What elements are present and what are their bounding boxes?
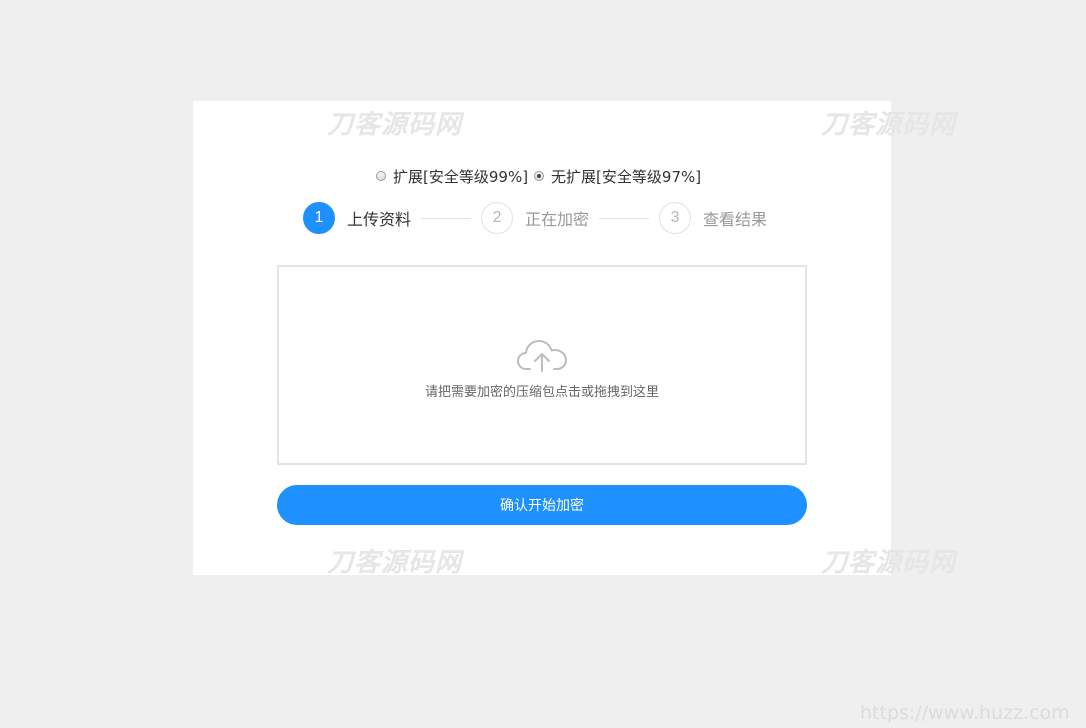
file-dropzone[interactable]: 请把需要加密的压缩包点击或拖拽到这里 bbox=[277, 265, 807, 465]
step-number-2: 2 bbox=[481, 202, 514, 234]
step-label-result: 查看结果 bbox=[703, 210, 768, 229]
step-label-upload: 上传资料 bbox=[347, 210, 412, 229]
radio-extended[interactable] bbox=[376, 171, 386, 181]
step-label-encrypting: 正在加密 bbox=[525, 210, 590, 229]
step-number-1: 1 bbox=[303, 202, 335, 234]
step-number-3: 3 bbox=[659, 202, 692, 234]
progress-steps: 1 上传资料 2 正在加密 3 查看结果 bbox=[303, 201, 767, 235]
step-connector bbox=[599, 217, 650, 219]
start-encryption-button[interactable]: 确认开始加密 bbox=[277, 485, 807, 525]
step-encrypting: 2 正在加密 bbox=[481, 202, 589, 234]
cloud-upload-icon bbox=[517, 339, 567, 372]
dropzone-hint: 请把需要加密的压缩包点击或拖拽到这里 bbox=[424, 384, 659, 400]
step-result: 3 查看结果 bbox=[659, 202, 767, 234]
step-upload: 1 上传资料 bbox=[303, 202, 411, 234]
radio-no-extension[interactable] bbox=[534, 171, 545, 181]
radio-no-extension-label[interactable]: 无扩展[安全等级97%] bbox=[551, 166, 701, 187]
step-connector bbox=[421, 217, 472, 219]
footer-watermark: https://www.huzz.com bbox=[860, 702, 1070, 724]
encryption-mode-group: 扩展[安全等级99%] 无扩展[安全等级97%] bbox=[376, 165, 707, 187]
radio-extended-label[interactable]: 扩展[安全等级99%] bbox=[393, 166, 528, 187]
